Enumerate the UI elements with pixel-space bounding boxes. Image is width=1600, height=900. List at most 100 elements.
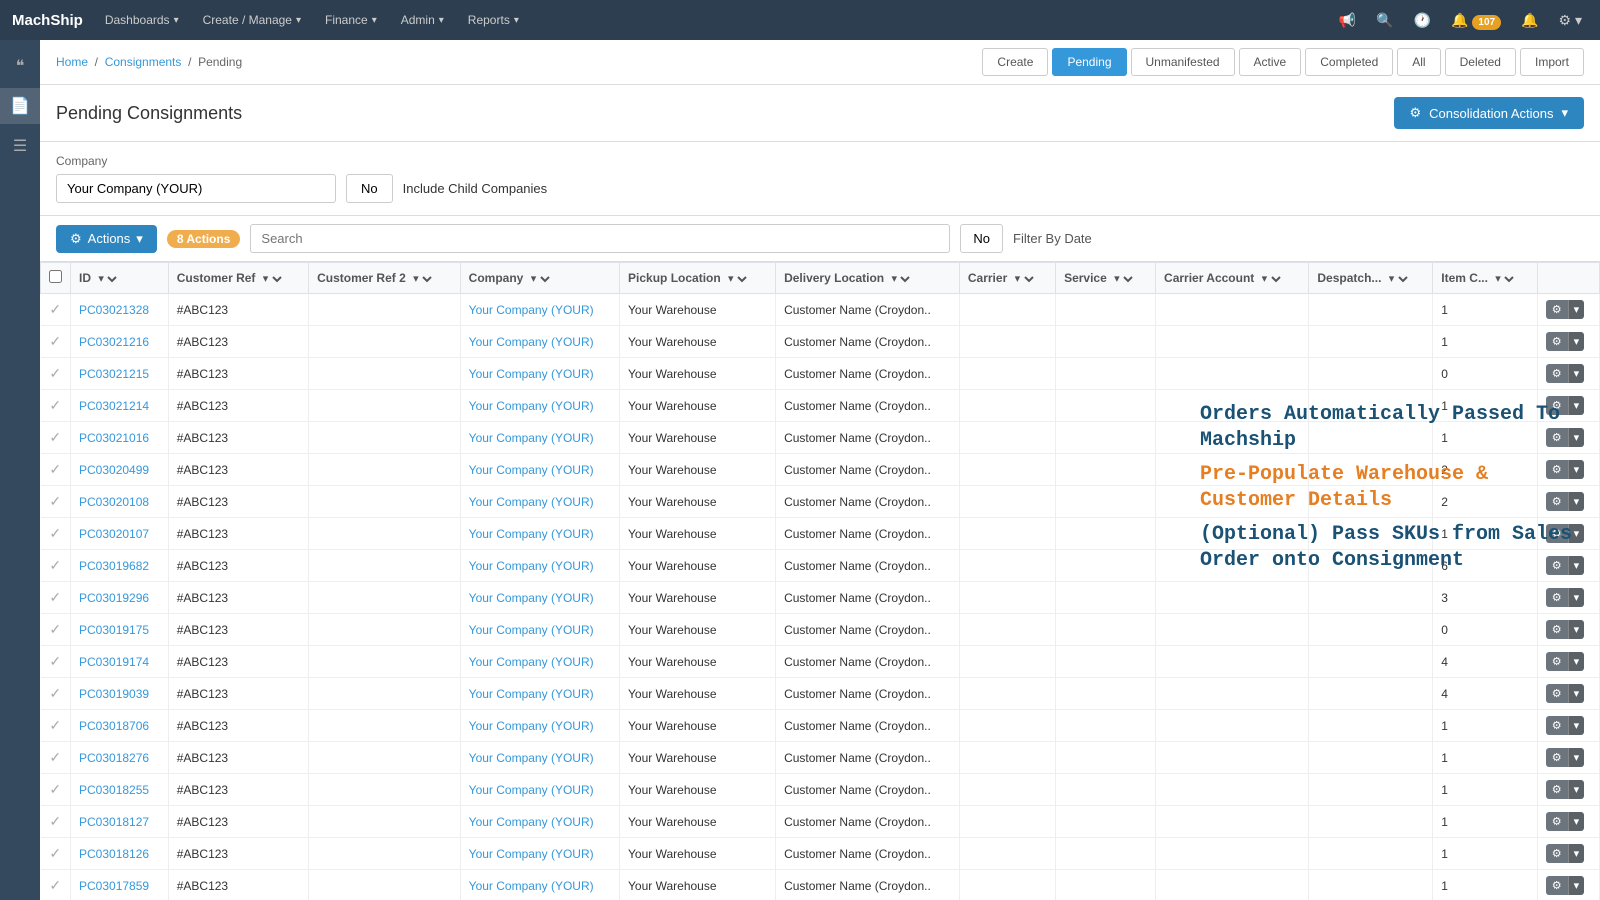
- row-check-icon[interactable]: ✓: [49, 589, 61, 605]
- row-caret-button[interactable]: ▾: [1568, 524, 1585, 543]
- row-gear-button[interactable]: ⚙: [1546, 652, 1568, 671]
- clock-icon[interactable]: 🕐: [1408, 8, 1437, 33]
- row-check-icon[interactable]: ✓: [49, 621, 61, 637]
- settings-icon[interactable]: ⚙ ▾: [1553, 8, 1588, 33]
- tab-deleted[interactable]: Deleted: [1445, 48, 1516, 76]
- row-caret-button[interactable]: ▾: [1568, 812, 1585, 831]
- company-input[interactable]: [56, 174, 336, 203]
- th-company[interactable]: Company ▾: [460, 263, 619, 294]
- th-select-all[interactable]: [41, 263, 71, 294]
- row-gear-button[interactable]: ⚙: [1546, 492, 1568, 511]
- row-caret-button[interactable]: ▾: [1568, 652, 1585, 671]
- row-check-icon[interactable]: ✓: [49, 877, 61, 893]
- cref-sort[interactable]: ▾: [259, 272, 285, 286]
- company-link[interactable]: Your Company (YOUR): [469, 751, 594, 765]
- nav-finance[interactable]: Finance ▾: [315, 9, 387, 31]
- row-gear-button[interactable]: ⚙: [1546, 556, 1568, 575]
- sidebar-menu-icon[interactable]: ☰: [0, 128, 40, 164]
- row-caret-button[interactable]: ▾: [1568, 684, 1585, 703]
- consignment-id-link[interactable]: PC03021328: [79, 303, 149, 317]
- sidebar-document-icon[interactable]: 📄: [0, 88, 40, 124]
- row-caret-button[interactable]: ▾: [1568, 300, 1585, 319]
- row-caret-button[interactable]: ▾: [1568, 492, 1585, 511]
- th-delivery[interactable]: Delivery Location ▾: [776, 263, 960, 294]
- company-link[interactable]: Your Company (YOUR): [469, 367, 594, 381]
- company-link[interactable]: Your Company (YOUR): [469, 879, 594, 893]
- company-link[interactable]: Your Company (YOUR): [469, 623, 594, 637]
- row-check-icon[interactable]: ✓: [49, 333, 61, 349]
- row-gear-button[interactable]: ⚙: [1546, 396, 1568, 415]
- row-gear-button[interactable]: ⚙: [1546, 876, 1568, 895]
- row-check-icon[interactable]: ✓: [49, 429, 61, 445]
- consignment-id-link[interactable]: PC03021215: [79, 367, 149, 381]
- id-sort[interactable]: ▾: [94, 272, 120, 286]
- search-input[interactable]: [250, 224, 950, 253]
- consignment-id-link[interactable]: PC03019174: [79, 655, 149, 669]
- nav-reports[interactable]: Reports ▾: [458, 9, 529, 31]
- th-despatch[interactable]: Despatch... ▾: [1309, 263, 1433, 294]
- row-check-icon[interactable]: ✓: [49, 813, 61, 829]
- row-caret-button[interactable]: ▾: [1568, 556, 1585, 575]
- consignment-id-link[interactable]: PC03020108: [79, 495, 149, 509]
- row-caret-button[interactable]: ▾: [1568, 716, 1585, 735]
- company-link[interactable]: Your Company (YOUR): [469, 431, 594, 445]
- th-service[interactable]: Service ▾: [1056, 263, 1156, 294]
- company-link[interactable]: Your Company (YOUR): [469, 719, 594, 733]
- tab-import[interactable]: Import: [1520, 48, 1584, 76]
- row-gear-button[interactable]: ⚙: [1546, 844, 1568, 863]
- tab-pending[interactable]: Pending: [1052, 48, 1126, 76]
- company-link[interactable]: Your Company (YOUR): [469, 527, 594, 541]
- row-check-icon[interactable]: ✓: [49, 557, 61, 573]
- consignment-id-link[interactable]: PC03017859: [79, 879, 149, 893]
- row-check-icon[interactable]: ✓: [49, 525, 61, 541]
- row-check-icon[interactable]: ✓: [49, 653, 61, 669]
- delivery-sort[interactable]: ▾: [887, 272, 913, 286]
- row-caret-button[interactable]: ▾: [1568, 428, 1585, 447]
- breadcrumb-home[interactable]: Home: [56, 55, 88, 69]
- row-check-icon[interactable]: ✓: [49, 365, 61, 381]
- consignment-id-link[interactable]: PC03019039: [79, 687, 149, 701]
- consignment-id-link[interactable]: PC03018706: [79, 719, 149, 733]
- child-companies-toggle[interactable]: No: [346, 174, 393, 203]
- company-link[interactable]: Your Company (YOUR): [469, 591, 594, 605]
- sidebar-quote-icon[interactable]: ❝: [0, 48, 40, 84]
- th-customer-ref2[interactable]: Customer Ref 2 ▾: [309, 263, 461, 294]
- company-sort[interactable]: ▾: [527, 272, 553, 286]
- megaphone-icon[interactable]: 📢: [1333, 8, 1362, 33]
- consolidation-actions-button[interactable]: ⚙ Consolidation Actions ▾: [1394, 97, 1585, 129]
- search-icon[interactable]: 🔍: [1370, 8, 1399, 33]
- nav-dashboards[interactable]: Dashboards ▾: [95, 9, 189, 31]
- row-gear-button[interactable]: ⚙: [1546, 588, 1568, 607]
- consignment-id-link[interactable]: PC03020107: [79, 527, 149, 541]
- row-caret-button[interactable]: ▾: [1568, 396, 1585, 415]
- th-pickup[interactable]: Pickup Location ▾: [620, 263, 776, 294]
- row-caret-button[interactable]: ▾: [1568, 620, 1585, 639]
- company-link[interactable]: Your Company (YOUR): [469, 559, 594, 573]
- consignment-id-link[interactable]: PC03019296: [79, 591, 149, 605]
- company-link[interactable]: Your Company (YOUR): [469, 783, 594, 797]
- row-gear-button[interactable]: ⚙: [1546, 812, 1568, 831]
- company-link[interactable]: Your Company (YOUR): [469, 655, 594, 669]
- row-caret-button[interactable]: ▾: [1568, 748, 1585, 767]
- company-link[interactable]: Your Company (YOUR): [469, 847, 594, 861]
- tab-all[interactable]: All: [1397, 48, 1440, 76]
- row-gear-button[interactable]: ⚙: [1546, 620, 1568, 639]
- brand-logo[interactable]: MachShip: [12, 12, 83, 29]
- row-caret-button[interactable]: ▾: [1568, 460, 1585, 479]
- th-item-count[interactable]: Item C... ▾: [1433, 263, 1537, 294]
- row-check-icon[interactable]: ✓: [49, 717, 61, 733]
- row-caret-button[interactable]: ▾: [1568, 844, 1585, 863]
- row-caret-button[interactable]: ▾: [1568, 876, 1585, 895]
- row-check-icon[interactable]: ✓: [49, 493, 61, 509]
- company-link[interactable]: Your Company (YOUR): [469, 815, 594, 829]
- row-gear-button[interactable]: ⚙: [1546, 364, 1568, 383]
- cref2-sort[interactable]: ▾: [409, 272, 435, 286]
- consignment-id-link[interactable]: PC03019682: [79, 559, 149, 573]
- row-caret-button[interactable]: ▾: [1568, 780, 1585, 799]
- notification-icon[interactable]: 🔔 107: [1445, 8, 1507, 33]
- company-link[interactable]: Your Company (YOUR): [469, 687, 594, 701]
- carrier-acc-sort[interactable]: ▾: [1258, 272, 1284, 286]
- itemcount-sort[interactable]: ▾: [1491, 272, 1517, 286]
- tab-create[interactable]: Create: [982, 48, 1048, 76]
- select-all-checkbox[interactable]: [49, 270, 62, 283]
